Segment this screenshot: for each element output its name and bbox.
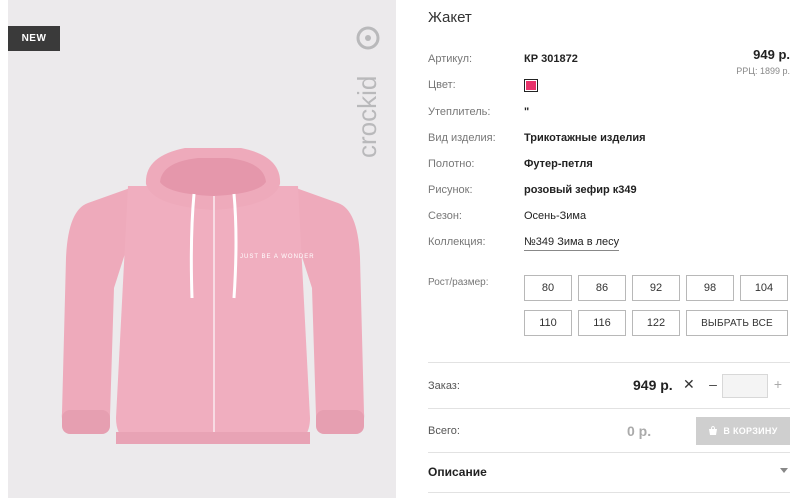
brand-logo-text: crockid (352, 76, 382, 158)
attr-value-fabric: Футер-петля (524, 158, 593, 170)
attr-label-insulation: Утеплитель: (428, 106, 491, 118)
color-swatch[interactable] (524, 79, 538, 92)
add-to-cart-label: В КОРЗИНУ (723, 426, 778, 436)
cart-icon (709, 426, 718, 435)
color-swatch-fill (526, 81, 536, 90)
total-label: Всего: (428, 425, 460, 437)
attr-label-season: Сезон: (428, 210, 462, 222)
attr-label-pattern: Рисунок: (428, 184, 473, 196)
multiply-icon: ✕ (683, 376, 695, 392)
size-option-110[interactable]: 110 (524, 310, 572, 336)
attr-label-article: Артикул: (428, 53, 473, 65)
divider (428, 362, 790, 363)
quantity-input[interactable] (722, 374, 768, 398)
attr-label-color: Цвет: (428, 79, 456, 91)
attr-value-season: Осень-Зима (524, 210, 587, 222)
divider (428, 492, 790, 493)
caret-down-icon[interactable] (780, 468, 788, 473)
add-to-cart-button[interactable]: В КОРЗИНУ (696, 417, 790, 445)
sizes-label: Рост/размер: (428, 277, 489, 288)
order-price: 949 р. (633, 377, 673, 393)
product-title: Жакет (428, 9, 472, 26)
attr-label-collection: Коллекция: (428, 236, 486, 248)
divider (428, 452, 790, 453)
attr-value-pattern: розовый зефир к349 (524, 184, 637, 196)
size-option-80[interactable]: 80 (524, 275, 572, 301)
size-option-116[interactable]: 116 (578, 310, 626, 336)
size-option-92[interactable]: 92 (632, 275, 680, 301)
product-image[interactable]: NEW crockid JUST BE A WONDER (8, 0, 396, 498)
size-option-104[interactable]: 104 (740, 275, 788, 301)
product-details-panel: Жакет 949 р. РРЦ: 1899 р. Артикул: КР 30… (428, 0, 790, 498)
quantity-decrement-button[interactable]: – (707, 376, 719, 392)
attr-label-product-type: Вид изделия: (428, 132, 496, 144)
size-option-86[interactable]: 86 (578, 275, 626, 301)
jacket-illustration: JUST BE A WONDER (61, 148, 365, 444)
quantity-increment-button[interactable]: + (772, 376, 784, 392)
attr-value-insulation: " (524, 106, 530, 118)
brand-logo: crockid (352, 26, 382, 158)
attr-label-fabric: Полотно: (428, 158, 475, 170)
attr-value-product-type: Трикотажные изделия (524, 132, 646, 144)
collection-link[interactable]: №349 Зима в лесу (524, 236, 620, 251)
product-price: 949 р. (753, 47, 790, 62)
description-toggle[interactable]: Описание (428, 465, 487, 479)
order-label: Заказ: (428, 380, 460, 392)
product-rrp: РРЦ: 1899 р. (736, 66, 790, 76)
total-value: 0 р. (627, 423, 652, 439)
size-option-98[interactable]: 98 (686, 275, 734, 301)
select-all-sizes-button[interactable]: ВЫБРАТЬ ВСЕ (686, 310, 788, 336)
attr-value-article: КР 301872 (524, 53, 578, 65)
size-option-122[interactable]: 122 (632, 310, 680, 336)
jacket-print-text: JUST BE A WONDER (240, 254, 315, 260)
divider (428, 408, 790, 409)
new-badge: NEW (8, 26, 60, 51)
